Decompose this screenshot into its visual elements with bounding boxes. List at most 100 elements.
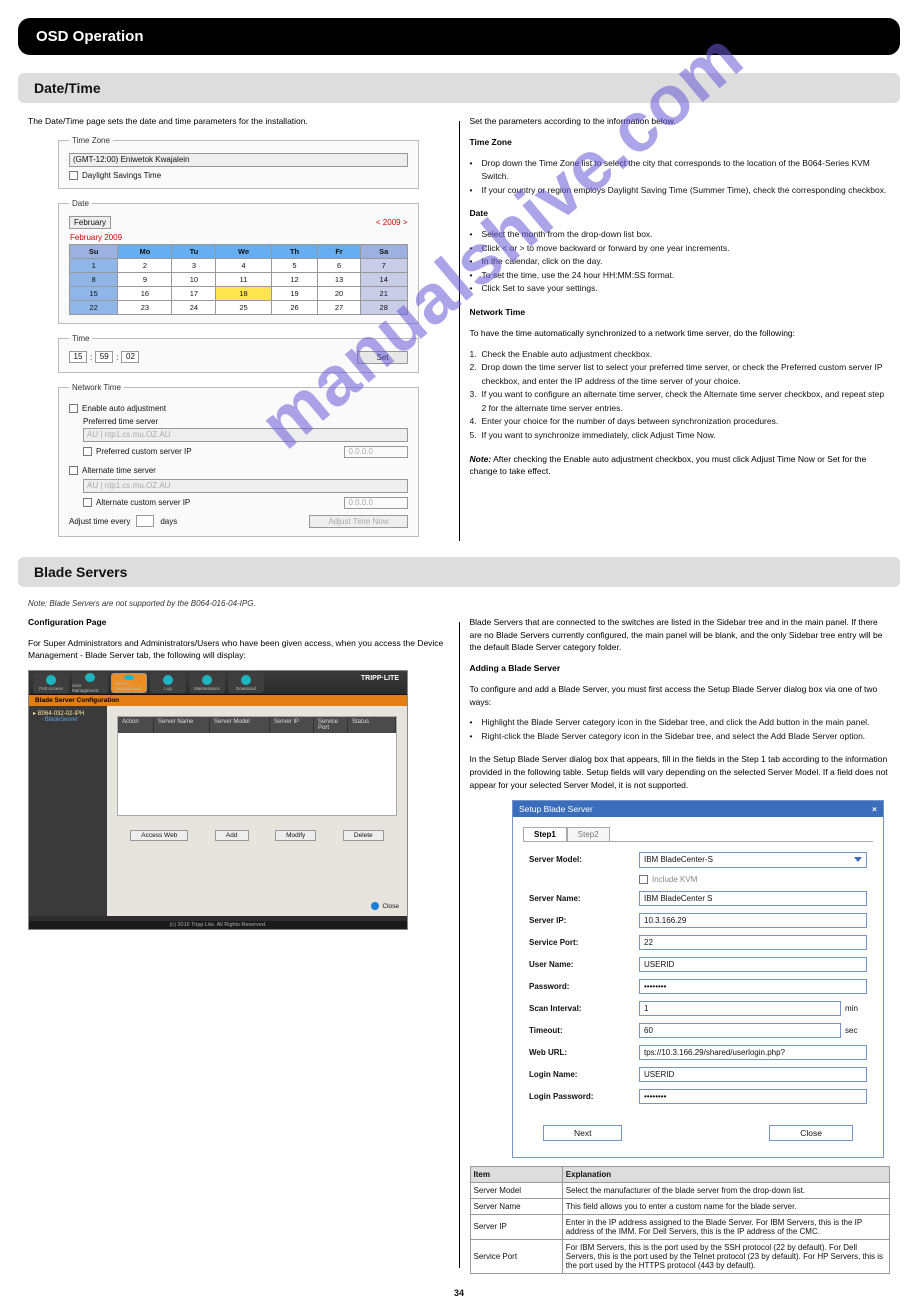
- cal-day[interactable]: 15: [70, 286, 118, 300]
- cal-day[interactable]: 14: [360, 272, 407, 286]
- loginname-input[interactable]: USERID: [639, 1067, 867, 1082]
- username-input[interactable]: USERID: [639, 957, 867, 972]
- day-head: Th: [271, 244, 317, 258]
- cal-day[interactable]: 26: [271, 300, 317, 314]
- cal-day[interactable]: 9: [118, 272, 172, 286]
- dst-checkbox[interactable]: [69, 171, 78, 180]
- password-input[interactable]: ••••••••: [639, 979, 867, 994]
- cal-day[interactable]: 17: [172, 286, 216, 300]
- alternate-server-checkbox[interactable]: [69, 466, 78, 475]
- cal-day-today[interactable]: 18: [216, 286, 271, 300]
- close-link[interactable]: Close: [371, 902, 399, 910]
- sidebar-tree[interactable]: ▸ B064-032-02-IPH ◦ BladeServer: [29, 706, 107, 916]
- col-ip: Server IP: [270, 717, 314, 733]
- server-model-label: Server Model:: [529, 855, 639, 864]
- time-seconds-input[interactable]: 02: [121, 351, 139, 363]
- next-button[interactable]: Next: [543, 1125, 622, 1141]
- cal-day[interactable]: 19: [271, 286, 317, 300]
- brand-logo: TRIPP·LITE: [361, 675, 399, 682]
- top-tab[interactable]: Port Access: [33, 673, 69, 693]
- close-button[interactable]: Close: [769, 1125, 853, 1141]
- preferred-custom-checkbox[interactable]: [83, 447, 92, 456]
- add-button[interactable]: Add: [215, 830, 249, 841]
- service-port-input[interactable]: 22: [639, 935, 867, 950]
- tree-leaf[interactable]: ◦ BladeServer: [41, 717, 103, 723]
- preferred-custom-ip-input[interactable]: 0.0.0.0: [344, 446, 408, 458]
- time-legend: Time: [69, 334, 92, 343]
- top-tab[interactable]: Maintenance: [189, 673, 225, 693]
- day-head: We: [216, 244, 271, 258]
- timeout-input[interactable]: 60: [639, 1023, 841, 1038]
- scan-interval-input[interactable]: 1: [639, 1001, 841, 1016]
- setup-blade-dialog: Setup Blade Server × Step1 Step2 Server …: [512, 800, 884, 1158]
- cal-day[interactable]: 3: [172, 258, 216, 272]
- cal-day[interactable]: 6: [318, 258, 361, 272]
- networktime-fieldset: Network Time Enable auto adjustment Pref…: [58, 383, 419, 537]
- loginpw-input[interactable]: ••••••••: [639, 1089, 867, 1104]
- cal-day[interactable]: 25: [216, 300, 271, 314]
- tbl-head-exp: Explanation: [562, 1166, 889, 1182]
- server-name-label: Server Name:: [529, 894, 639, 903]
- server-model-select[interactable]: IBM BladeCenter-S: [639, 852, 867, 868]
- enable-auto-checkbox[interactable]: [69, 404, 78, 413]
- timezone-fieldset: Time Zone (GMT-12:00) Eniwetok Kwajalein…: [58, 136, 419, 189]
- cal-day[interactable]: 8: [70, 272, 118, 286]
- delete-button[interactable]: Delete: [343, 830, 384, 841]
- blade-intro-note: Note: Blade Servers are not supported by…: [28, 599, 890, 608]
- top-tab[interactable]: User Management: [72, 673, 108, 693]
- access-web-button[interactable]: Access Web: [130, 830, 188, 841]
- adjust-every-label: Adjust time every: [69, 517, 130, 526]
- close-icon: [371, 902, 379, 910]
- day-head: Fr: [318, 244, 361, 258]
- year-nav[interactable]: < 2009 >: [376, 218, 408, 227]
- date-bullet: Click Set to save your settings.: [482, 282, 891, 296]
- cal-day[interactable]: 20: [318, 286, 361, 300]
- alternate-server-label: Alternate time server: [82, 466, 156, 475]
- dialog-close-icon[interactable]: ×: [872, 804, 877, 814]
- cal-day[interactable]: 24: [172, 300, 216, 314]
- blade-config-title: Blade Server Configuration: [29, 695, 407, 706]
- weburl-input[interactable]: tps://10.3.166.29/shared/userlogin.php?: [639, 1045, 867, 1060]
- cal-day[interactable]: 7: [360, 258, 407, 272]
- timezone-select[interactable]: (GMT-12:00) Eniwetok Kwajalein: [69, 153, 408, 167]
- alternate-server-select[interactable]: AU | ntp1.cs.mu.OZ.AU: [83, 479, 408, 493]
- tab-step2[interactable]: Step2: [567, 827, 610, 841]
- day-head: Tu: [172, 244, 216, 258]
- cal-day[interactable]: 16: [118, 286, 172, 300]
- set-button[interactable]: Set: [357, 351, 407, 364]
- tab-step1[interactable]: Step1: [523, 827, 567, 841]
- time-hours-input[interactable]: 15: [69, 351, 87, 363]
- top-tab[interactable]: Log: [150, 673, 186, 693]
- server-ip-input[interactable]: 10.3.166.29: [639, 913, 867, 928]
- cal-day[interactable]: 28: [360, 300, 407, 314]
- cal-day[interactable]: 2: [118, 258, 172, 272]
- server-name-input[interactable]: IBM BladeCenter S: [639, 891, 867, 906]
- cal-day[interactable]: 27: [318, 300, 361, 314]
- preferred-server-select[interactable]: AU | ntp1.cs.mu.OZ.AU: [83, 428, 408, 442]
- cal-day[interactable]: 22: [70, 300, 118, 314]
- alternate-custom-ip-input[interactable]: 0.0.0.0: [344, 497, 408, 509]
- modify-button[interactable]: Modify: [275, 830, 316, 841]
- include-kvm-checkbox[interactable]: [639, 875, 648, 884]
- cal-day[interactable]: 1: [70, 258, 118, 272]
- month-select[interactable]: February: [69, 216, 111, 229]
- time-minutes-input[interactable]: 59: [95, 351, 113, 363]
- cal-day[interactable]: 21: [360, 286, 407, 300]
- nettime-intro: To have the time automatically synchroni…: [470, 327, 891, 340]
- cal-day[interactable]: 4: [216, 258, 271, 272]
- cal-day[interactable]: 11: [216, 272, 271, 286]
- adjust-days-input[interactable]: [136, 515, 154, 527]
- cal-day[interactable]: 23: [118, 300, 172, 314]
- timezone-legend: Time Zone: [69, 136, 113, 145]
- cal-day[interactable]: 13: [318, 272, 361, 286]
- alternate-custom-checkbox[interactable]: [83, 498, 92, 507]
- cal-day[interactable]: 10: [172, 272, 216, 286]
- adjust-now-button[interactable]: Adjust Time Now: [309, 515, 407, 528]
- chevron-down-icon: [854, 857, 862, 862]
- tree-root[interactable]: ▸ B064-032-02-IPH: [33, 710, 103, 717]
- dst-label: Daylight Savings Time: [82, 171, 161, 180]
- cal-day[interactable]: 5: [271, 258, 317, 272]
- cal-day[interactable]: 12: [271, 272, 317, 286]
- top-tab-selected[interactable]: Device Management: [111, 673, 147, 693]
- top-tab[interactable]: Download: [228, 673, 264, 693]
